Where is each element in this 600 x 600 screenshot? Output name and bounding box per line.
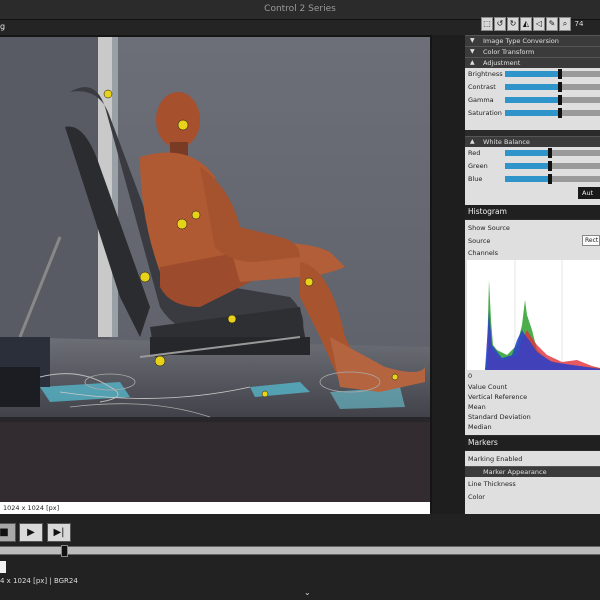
- vertical-reference-label: Vertical Reference: [468, 393, 528, 401]
- color-transform-header[interactable]: ▼ Color Transform: [465, 46, 600, 57]
- zoom-level: 74: [574, 20, 584, 28]
- slider-fill: [505, 110, 561, 116]
- slider-fill: [505, 150, 550, 156]
- source-select[interactable]: Rect: [582, 235, 600, 246]
- gamma-label: Gamma: [468, 96, 494, 104]
- channels-label: Channels: [468, 249, 499, 257]
- slider-knob[interactable]: [558, 108, 563, 118]
- mirror-icon[interactable]: ◁: [533, 17, 545, 31]
- image-status: 1024 x 1024 [px]: [0, 502, 430, 514]
- slider-knob[interactable]: [558, 95, 563, 105]
- contrast-slider[interactable]: [505, 82, 600, 92]
- stop-icon: ■: [0, 527, 9, 538]
- mean-label: Mean: [468, 403, 486, 411]
- adjustment-section: Brightness Contrast Gamma Saturation: [465, 68, 600, 130]
- white-balance-header[interactable]: ▲ White Balance: [465, 136, 600, 147]
- tab-label[interactable]: g: [0, 22, 5, 31]
- timeline-handle[interactable]: [61, 545, 68, 557]
- histogram-header: Histogram: [465, 205, 600, 219]
- show-source-label: Show Source: [468, 224, 510, 232]
- step-forward-icon: ▶|: [53, 527, 65, 538]
- marker-appearance-header[interactable]: Marker Appearance: [465, 466, 600, 477]
- green-label: Green: [468, 162, 488, 170]
- source-label: Source: [468, 237, 491, 245]
- brightness-slider[interactable]: [505, 69, 600, 79]
- slider-fill: [505, 176, 550, 182]
- gamma-slider[interactable]: [505, 95, 600, 105]
- chevron-down-icon: ▼: [470, 48, 475, 55]
- blue-slider[interactable]: [505, 174, 600, 184]
- saturation-slider[interactable]: [505, 108, 600, 118]
- color-label: Color: [468, 493, 485, 501]
- expand-chevron-icon[interactable]: ⌄: [304, 588, 311, 597]
- rotate-right-icon[interactable]: ↻: [507, 17, 519, 31]
- adjustment-header[interactable]: ▲ Adjustment: [465, 57, 600, 68]
- brightness-label: Brightness: [468, 70, 503, 78]
- stop-button[interactable]: ■: [0, 523, 16, 542]
- window-title: Control 2 Series: [264, 4, 336, 14]
- select-region-icon[interactable]: ⬚: [481, 17, 493, 31]
- line-thickness-label: Line Thickness: [468, 480, 516, 488]
- image-type-conversion-header[interactable]: ▼ Image Type Conversion: [465, 35, 600, 46]
- histogram-axis-zero: 0: [468, 372, 473, 380]
- slider-knob[interactable]: [558, 69, 563, 79]
- slider-fill: [505, 71, 561, 77]
- green-slider[interactable]: [505, 161, 600, 171]
- value-count-label: Value Count: [468, 383, 508, 391]
- eyedropper-icon[interactable]: ✎: [546, 17, 558, 31]
- footer-status: 4 x 1024 [px] | BGR24: [0, 577, 78, 585]
- red-slider[interactable]: [505, 148, 600, 158]
- markers-header: Markers: [465, 436, 600, 450]
- contrast-label: Contrast: [468, 83, 496, 91]
- slider-knob[interactable]: [547, 174, 552, 184]
- saturation-label: Saturation: [468, 109, 502, 117]
- zoom-icon[interactable]: ⌕: [559, 17, 571, 31]
- play-icon: ▶: [27, 527, 35, 538]
- median-label: Median: [468, 423, 492, 431]
- red-label: Red: [468, 149, 481, 157]
- auto-white-balance-button[interactable]: Aut: [578, 187, 600, 199]
- histogram-plot: [467, 260, 600, 370]
- slider-knob[interactable]: [547, 161, 552, 171]
- slider-fill: [505, 84, 561, 90]
- slider-knob[interactable]: [558, 82, 563, 92]
- chevron-up-icon: ▲: [470, 59, 475, 66]
- play-button[interactable]: ▶: [19, 523, 43, 542]
- image-viewer[interactable]: 1024 x 1024 [px]: [0, 35, 432, 514]
- standard-deviation-label: Standard Deviation: [468, 413, 531, 421]
- crash-test-image[interactable]: [0, 37, 430, 503]
- slider-fill: [505, 97, 561, 103]
- slider-fill: [505, 163, 550, 169]
- chevron-down-icon: ▼: [470, 37, 475, 44]
- step-forward-button[interactable]: ▶|: [47, 523, 71, 542]
- marking-enabled-label: Marking Enabled: [468, 455, 523, 463]
- rotate-left-icon[interactable]: ↺: [494, 17, 506, 31]
- image-toolbar: ⬚ ↺ ↻ ◭ ◁ ✎ ⌕ 74: [481, 17, 586, 34]
- frame-marker[interactable]: [0, 561, 6, 573]
- slider-knob[interactable]: [547, 148, 552, 158]
- timeline-slider[interactable]: [0, 545, 600, 557]
- playback-controls: [0, 514, 600, 600]
- blue-label: Blue: [468, 175, 483, 183]
- flip-icon[interactable]: ◭: [520, 17, 532, 31]
- chevron-up-icon: ▲: [470, 138, 475, 145]
